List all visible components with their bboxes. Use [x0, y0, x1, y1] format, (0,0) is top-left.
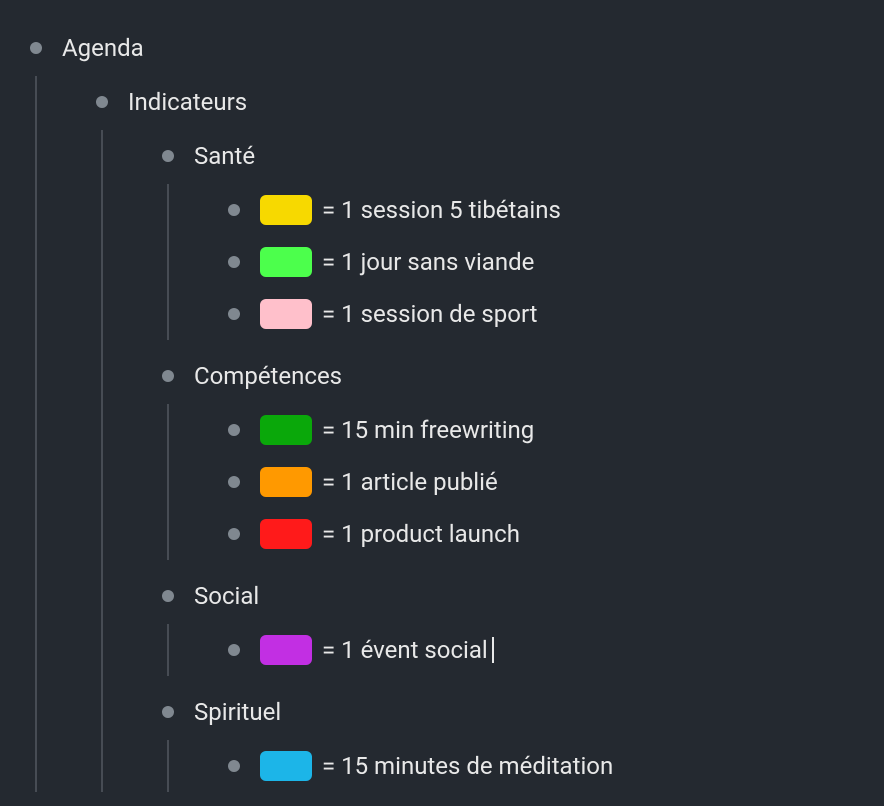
bullet-icon[interactable] — [228, 760, 240, 772]
outline-row[interactable]: Compétences — [162, 350, 884, 402]
list-item[interactable]: = 1 article publié — [228, 456, 884, 508]
bullet-icon[interactable] — [228, 528, 240, 540]
list-item[interactable]: = 1 jour sans viande — [228, 236, 884, 288]
outline-node-competences[interactable]: Compétences = 15 min freewriting — [162, 350, 884, 560]
color-swatch — [260, 635, 312, 665]
item-text: = 15 minutes de méditation — [322, 752, 613, 780]
outline-node-agenda[interactable]: Agenda Indicateurs Santé — [30, 22, 884, 792]
outline-row[interactable]: Santé — [162, 130, 884, 182]
node-title: Social — [194, 582, 259, 610]
color-swatch — [260, 467, 312, 497]
node-title: Indicateurs — [128, 88, 247, 116]
item-text: = 1 évent social — [322, 636, 488, 664]
outline-row[interactable]: Spirituel — [162, 686, 884, 738]
color-swatch — [260, 195, 312, 225]
color-swatch — [260, 751, 312, 781]
outline-row[interactable]: = 1 article publié — [228, 456, 884, 508]
item-text: = 1 session 5 tibétains — [322, 196, 561, 224]
node-title: Agenda — [62, 34, 144, 62]
item-text: = 1 jour sans viande — [322, 248, 534, 276]
bullet-icon[interactable] — [30, 42, 42, 54]
bullet-icon[interactable] — [228, 204, 240, 216]
text-cursor-icon — [492, 637, 494, 663]
bullet-icon[interactable] — [162, 370, 174, 382]
outline-row[interactable]: Indicateurs — [96, 76, 884, 128]
item-text: = 15 min freewriting — [322, 416, 534, 444]
bullet-icon[interactable] — [228, 256, 240, 268]
bullet-icon[interactable] — [162, 150, 174, 162]
node-title: Santé — [194, 142, 255, 170]
outline-row[interactable]: Agenda — [30, 22, 884, 74]
outline-row[interactable]: = 1 jour sans viande — [228, 236, 884, 288]
bullet-icon[interactable] — [228, 644, 240, 656]
outline-node-social[interactable]: Social = 1 évent social — [162, 570, 884, 676]
outline-row[interactable]: = 15 minutes de méditation — [228, 740, 884, 792]
outline-row[interactable]: = 1 session de sport — [228, 288, 884, 340]
color-swatch — [260, 415, 312, 445]
list-item[interactable]: = 1 évent social — [228, 624, 884, 676]
list-item[interactable]: = 15 min freewriting — [228, 404, 884, 456]
list-item[interactable]: = 1 session de sport — [228, 288, 884, 340]
bullet-icon[interactable] — [162, 706, 174, 718]
list-item[interactable]: = 1 session 5 tibétains — [228, 184, 884, 236]
outline-row[interactable]: = 1 session 5 tibétains — [228, 184, 884, 236]
bullet-icon[interactable] — [162, 590, 174, 602]
outline-row[interactable]: = 1 évent social — [228, 624, 884, 676]
list-item[interactable]: = 15 minutes de méditation — [228, 740, 884, 792]
node-title: Compétences — [194, 362, 342, 390]
outline-node-indicateurs[interactable]: Indicateurs Santé — [96, 76, 884, 792]
color-swatch — [260, 299, 312, 329]
outline-node-spirituel[interactable]: Spirituel = 15 minutes de méditation — [162, 686, 884, 792]
bullet-icon[interactable] — [228, 476, 240, 488]
node-title: Spirituel — [194, 698, 281, 726]
outline-row[interactable]: = 1 product launch — [228, 508, 884, 560]
color-swatch — [260, 247, 312, 277]
item-text: = 1 product launch — [322, 520, 520, 548]
item-text: = 1 article publié — [322, 468, 498, 496]
list-item[interactable]: = 1 product launch — [228, 508, 884, 560]
outline-row[interactable]: Social — [162, 570, 884, 622]
outline-node-sante[interactable]: Santé = 1 session 5 tibétains — [162, 130, 884, 340]
bullet-icon[interactable] — [96, 96, 108, 108]
bullet-icon[interactable] — [228, 424, 240, 436]
bullet-icon[interactable] — [228, 308, 240, 320]
color-swatch — [260, 519, 312, 549]
outline-row[interactable]: = 15 min freewriting — [228, 404, 884, 456]
item-text: = 1 session de sport — [322, 300, 538, 328]
